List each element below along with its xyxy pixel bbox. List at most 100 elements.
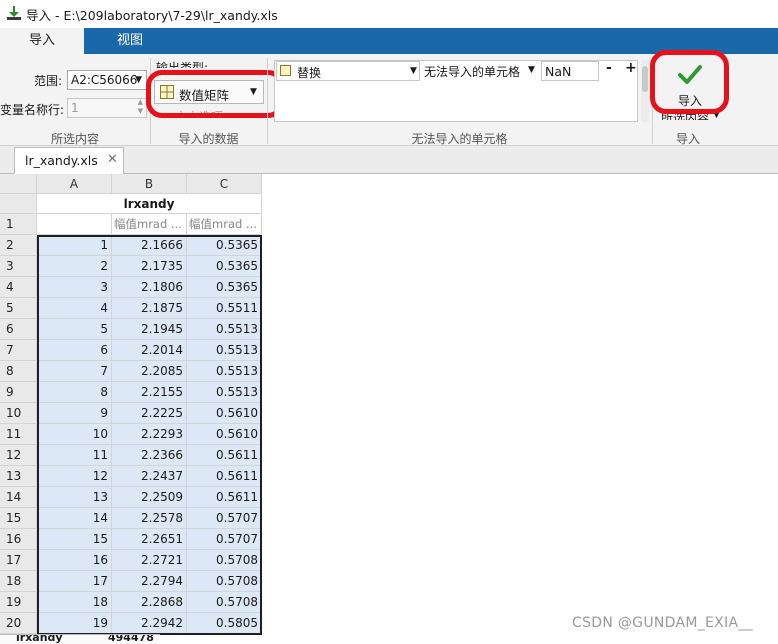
varname-row-spinner[interactable]: 1 ▲ ▼ [67,98,147,118]
row-number[interactable]: 8 [0,361,37,382]
row-number[interactable]: 18 [0,571,37,592]
data-cell-a[interactable]: 16 [37,550,112,571]
row-number[interactable]: 10 [0,403,37,424]
header-cell-a[interactable] [37,214,112,235]
range-input[interactable]: A2:C56066 ▼ [67,70,147,90]
row-number[interactable]: 7 [0,340,37,361]
rule-value-input[interactable]: NaN [541,61,599,81]
column-header-b[interactable]: B [112,174,187,194]
document-tab[interactable]: lr_xandy.xls ✕ [14,147,124,174]
range-value: A2:C56066 [71,73,138,87]
remove-rule-button[interactable]: - [606,60,612,76]
add-rule-button[interactable]: + [625,60,637,76]
column-header-c[interactable]: C [187,174,262,194]
row-number[interactable]: 15 [0,508,37,529]
row-number[interactable]: 9 [0,382,37,403]
data-cell-c[interactable]: 0.5610 [187,403,262,424]
column-header-a[interactable]: A [37,174,112,194]
rules-scrollbar[interactable] [641,60,649,122]
rule-action-dropdown[interactable]: 替换 ▼ [276,61,420,81]
row-number[interactable]: 2 [0,235,37,256]
data-cell-b[interactable]: 2.2578 [112,508,187,529]
data-cell-c[interactable]: 0.5707 [187,508,262,529]
data-cell-c[interactable]: 0.5611 [187,487,262,508]
data-cell-b[interactable]: 2.2225 [112,403,187,424]
data-cell-b[interactable]: 2.2651 [112,529,187,550]
data-cell-c[interactable]: 0.5611 [187,445,262,466]
data-cell-b[interactable]: 2.2014 [112,340,187,361]
variable-name-header[interactable]: lrxandy [37,194,262,214]
data-cell-c[interactable]: 0.5513 [187,319,262,340]
data-cell-a[interactable]: 1 [37,235,112,256]
data-cell-c[interactable]: 0.5708 [187,592,262,613]
data-cell-b[interactable]: 2.1806 [112,277,187,298]
row-number[interactable]: 13 [0,466,37,487]
row-number[interactable]: 12 [0,445,37,466]
rule-target-dropdown[interactable]: 无法导入的单元格 ▼ [422,61,540,81]
data-cell-c[interactable]: 0.5610 [187,424,262,445]
data-cell-b[interactable]: 2.2794 [112,571,187,592]
data-cell-a[interactable]: 19 [37,613,112,634]
data-cell-b[interactable]: 2.2366 [112,445,187,466]
close-icon[interactable]: ✕ [107,152,118,167]
data-cell-a[interactable]: 12 [37,466,112,487]
data-cell-c[interactable]: 0.5707 [187,529,262,550]
data-cell-a[interactable]: 17 [37,571,112,592]
data-cell-c[interactable]: 0.5365 [187,277,262,298]
data-cell-c[interactable]: 0.5611 [187,466,262,487]
data-cell-b[interactable]: 2.2721 [112,550,187,571]
row-number[interactable]: 11 [0,424,37,445]
data-cell-a[interactable]: 2 [37,256,112,277]
data-cell-c[interactable]: 0.5365 [187,256,262,277]
row-number[interactable]: 19 [0,592,37,613]
data-cell-a[interactable]: 15 [37,529,112,550]
tab-import[interactable]: 导入 [0,28,84,54]
data-cell-b[interactable]: 2.2942 [112,613,187,634]
data-cell-b[interactable]: 2.2155 [112,382,187,403]
data-cell-c[interactable]: 0.5513 [187,361,262,382]
row-number[interactable]: 5 [0,298,37,319]
data-cell-a[interactable]: 11 [37,445,112,466]
data-cell-c[interactable]: 0.5365 [187,235,262,256]
header-cell-c[interactable]: 幅值mrad ... [187,214,262,235]
data-cell-c[interactable]: 0.5805 [187,613,262,634]
data-cell-c[interactable]: 0.5511 [187,298,262,319]
row-number[interactable]: 4 [0,277,37,298]
row-number[interactable]: 3 [0,256,37,277]
data-cell-b[interactable]: 2.1735 [112,256,187,277]
data-cell-c[interactable]: 0.5513 [187,382,262,403]
data-cell-a[interactable]: 14 [37,508,112,529]
data-cell-a[interactable]: 5 [37,319,112,340]
row-number[interactable]: 6 [0,319,37,340]
data-cell-b[interactable]: 2.1666 [112,235,187,256]
data-cell-a[interactable]: 4 [37,298,112,319]
tab-view[interactable]: 视图 [84,28,176,54]
data-cell-a[interactable]: 9 [37,403,112,424]
data-cell-a[interactable]: 18 [37,592,112,613]
row-number[interactable]: 16 [0,529,37,550]
data-cell-c[interactable]: 0.5708 [187,571,262,592]
data-cell-a[interactable]: 10 [37,424,112,445]
data-cell-a[interactable]: 6 [37,340,112,361]
grid-corner[interactable] [0,174,37,194]
data-cell-b[interactable]: 2.1875 [112,298,187,319]
row-number[interactable]: 14 [0,487,37,508]
data-cell-b[interactable]: 2.2437 [112,466,187,487]
row-number[interactable]: 17 [0,550,37,571]
data-cell-b[interactable]: 2.2868 [112,592,187,613]
row-number[interactable]: 1 [0,214,37,235]
data-cell-a[interactable]: 7 [37,361,112,382]
spinner-arrows-icon: ▲ ▼ [137,98,143,115]
data-cell-b[interactable]: 2.1945 [112,319,187,340]
data-cell-c[interactable]: 0.5513 [187,340,262,361]
data-cell-c[interactable]: 0.5708 [187,550,262,571]
header-cell-b[interactable]: 幅值mrad ... [112,214,187,235]
data-cell-a[interactable]: 3 [37,277,112,298]
row-number[interactable]: 20 [0,613,37,634]
data-cell-b[interactable]: 2.2293 [112,424,187,445]
scrollbar-thumb[interactable] [642,66,648,92]
data-cell-a[interactable]: 8 [37,382,112,403]
data-cell-b[interactable]: 2.2509 [112,487,187,508]
data-cell-a[interactable]: 13 [37,487,112,508]
data-cell-b[interactable]: 2.2085 [112,361,187,382]
